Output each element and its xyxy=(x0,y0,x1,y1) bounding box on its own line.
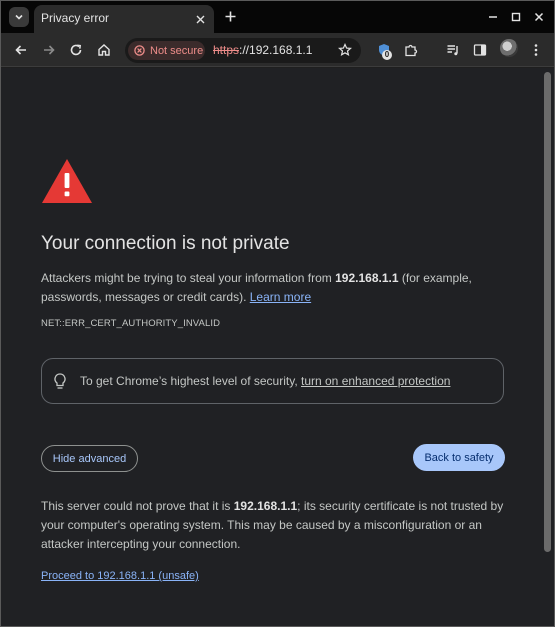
hide-advanced-button[interactable]: Hide advanced xyxy=(41,445,138,472)
scrollbar-thumb[interactable] xyxy=(544,72,551,552)
reload-icon xyxy=(70,44,82,56)
back-button[interactable] xyxy=(10,39,32,61)
close-window-button[interactable] xyxy=(529,7,549,27)
profile-avatar[interactable] xyxy=(500,39,518,57)
minimize-icon xyxy=(489,16,497,18)
lightbulb-icon xyxy=(54,373,66,389)
not-secure-icon xyxy=(134,45,145,56)
home-button[interactable] xyxy=(93,39,115,61)
url-text: https://192.168.1.1 xyxy=(213,43,312,57)
promo-text: To get Chrome’s highest level of securit… xyxy=(80,374,450,388)
tab-close-button[interactable] xyxy=(193,12,207,26)
main-message: Attackers might be trying to steal your … xyxy=(41,269,511,307)
error-code: NET::ERR_CERT_AUTHORITY_INVALID xyxy=(41,318,221,329)
bookmark-button[interactable] xyxy=(337,42,353,58)
close-icon xyxy=(196,15,204,23)
enhanced-protection-link[interactable]: turn on enhanced protection xyxy=(301,374,450,388)
proceed-unsafe-link[interactable]: Proceed to 192.168.1.1 (unsafe) xyxy=(41,570,199,582)
kebab-menu-icon xyxy=(534,44,538,56)
details-host: 192.168.1.1 xyxy=(233,499,298,513)
tab-title: Privacy error xyxy=(41,11,110,25)
tab-search-button[interactable] xyxy=(9,7,29,27)
not-secure-chip[interactable]: Not secure xyxy=(128,41,205,60)
browser-window: Privacy error Not secure https://192.168… xyxy=(0,0,555,627)
chevron-down-icon xyxy=(15,14,23,20)
learn-more-link[interactable]: Learn more xyxy=(250,290,311,304)
media-controls-button[interactable] xyxy=(442,39,464,61)
minimize-button[interactable] xyxy=(483,7,503,27)
plus-icon xyxy=(225,11,235,21)
side-panel-button[interactable] xyxy=(469,39,491,61)
forward-button[interactable] xyxy=(38,39,60,61)
maximize-button[interactable] xyxy=(506,7,526,27)
menu-button[interactable] xyxy=(525,39,547,61)
address-bar[interactable]: Not secure https://192.168.1.1 xyxy=(125,38,361,63)
main-message-host: 192.168.1.1 xyxy=(335,271,399,285)
home-icon xyxy=(98,44,110,56)
queue-music-icon xyxy=(447,45,458,56)
maximize-icon xyxy=(511,12,521,22)
extensions-menu-button[interactable] xyxy=(400,39,422,61)
extension-badge: 0 xyxy=(382,50,392,60)
url-scheme: https xyxy=(213,43,240,57)
arrow-left-icon xyxy=(15,45,26,55)
new-tab-button[interactable] xyxy=(222,8,238,24)
details-text: This server could not prove that it is xyxy=(41,499,234,513)
tab-privacy-error[interactable]: Privacy error xyxy=(34,5,214,33)
scrollbar[interactable] xyxy=(541,68,554,626)
not-secure-label: Not secure xyxy=(150,44,204,57)
side-panel-icon xyxy=(473,44,487,56)
url-host: ://192.168.1.1 xyxy=(239,43,313,57)
reload-button[interactable] xyxy=(65,39,87,61)
puzzle-icon xyxy=(405,44,418,57)
tab-strip: Privacy error xyxy=(1,1,554,33)
enhanced-protection-promo: To get Chrome’s highest level of securit… xyxy=(41,358,504,404)
toolbar: Not secure https://192.168.1.1 0 xyxy=(1,33,554,67)
page-title: Your connection is not private xyxy=(41,233,290,254)
extension-button[interactable]: 0 xyxy=(373,39,395,61)
promo-text-label: To get Chrome’s highest level of securit… xyxy=(80,374,301,388)
arrow-right-icon xyxy=(44,45,55,55)
close-icon xyxy=(534,12,544,22)
back-to-safety-button[interactable]: Back to safety xyxy=(413,444,505,471)
main-message-text: Attackers might be trying to steal your … xyxy=(41,271,336,285)
star-icon xyxy=(338,43,352,57)
warning-triangle-icon xyxy=(42,159,92,203)
details-message: This server could not prove that it is 1… xyxy=(41,497,511,554)
